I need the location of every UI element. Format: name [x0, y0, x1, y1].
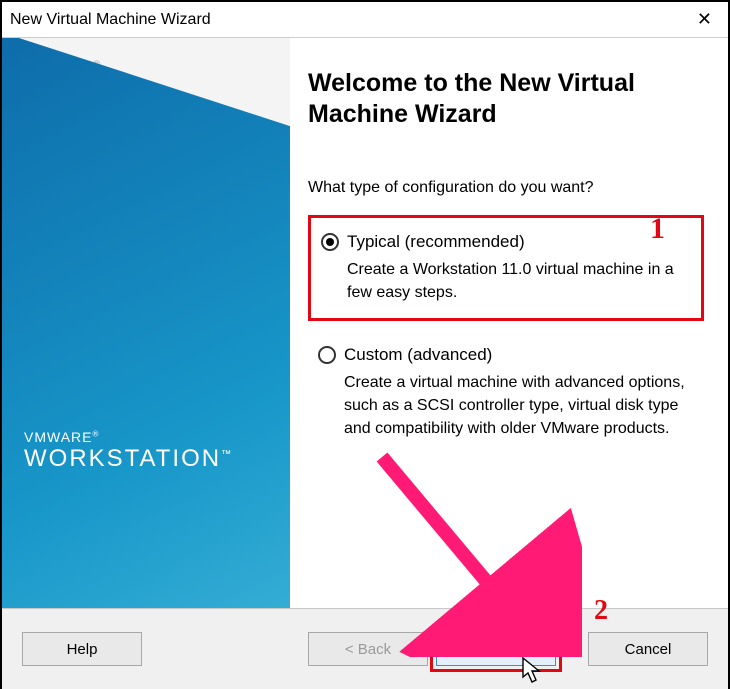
wizard-body: vmware® VMWARE® WORKSTATION™ Welcome to …: [2, 38, 728, 608]
window-title: New Virtual Machine Wizard: [10, 11, 689, 29]
next-button[interactable]: Next >: [436, 632, 556, 666]
back-button: < Back: [308, 632, 428, 666]
left-panel: vmware® VMWARE® WORKSTATION™: [2, 38, 290, 608]
annotation-step-2: 2: [594, 595, 608, 627]
radio-custom-row[interactable]: Custom (advanced): [318, 345, 694, 365]
titlebar: New Virtual Machine Wizard ✕: [2, 2, 728, 38]
button-bar: Help < Back Next > Cancel: [2, 608, 728, 689]
option-custom[interactable]: Custom (advanced) Create a virtual machi…: [308, 331, 704, 455]
workstation-text-2: WORKSTATION: [24, 445, 221, 472]
radio-custom-label: Custom (advanced): [344, 345, 492, 365]
close-icon[interactable]: ✕: [689, 9, 720, 30]
radio-custom[interactable]: [318, 346, 336, 364]
workstation-tm: ™: [221, 449, 233, 460]
cancel-button[interactable]: Cancel: [588, 632, 708, 666]
workstation-text-1: VMWARE: [24, 429, 92, 445]
config-question: What type of configuration do you want?: [308, 179, 704, 197]
next-highlight: Next >: [430, 626, 562, 672]
diagonal-graphic: [2, 38, 290, 608]
workstation-reg: ®: [92, 429, 99, 438]
right-panel: Welcome to the New Virtual Machine Wizar…: [290, 38, 728, 608]
page-heading: Welcome to the New Virtual Machine Wizar…: [308, 68, 704, 131]
workstation-label: VMWARE® WORKSTATION™: [24, 429, 233, 473]
help-button[interactable]: Help: [22, 632, 142, 666]
option-typical[interactable]: Typical (recommended) Create a Workstati…: [308, 215, 704, 321]
option-custom-desc: Create a virtual machine with advanced o…: [344, 371, 694, 441]
radio-typical[interactable]: [321, 233, 339, 251]
option-typical-desc: Create a Workstation 11.0 virtual machin…: [347, 258, 691, 304]
radio-typical-label: Typical (recommended): [347, 232, 525, 252]
annotation-step-1: 1: [650, 212, 665, 246]
radio-typical-row[interactable]: Typical (recommended): [321, 232, 691, 252]
